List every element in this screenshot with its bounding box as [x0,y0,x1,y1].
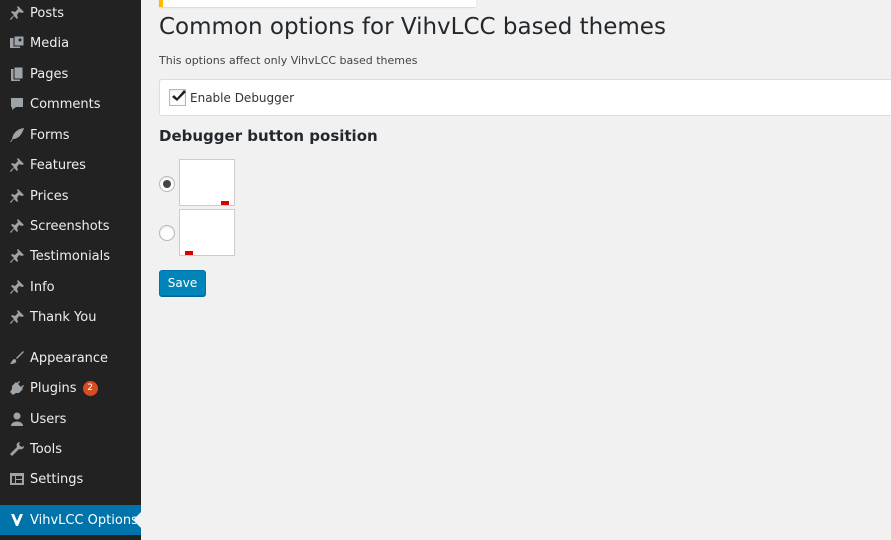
page-description: This options affect only VihvLCC based t… [159,54,418,67]
pin-icon [0,157,30,173]
sidebar-item-label: Plugins [30,380,77,396]
sidebar-item-pages[interactable]: Pages [0,59,141,89]
sidebar-item-users[interactable]: Users [0,404,141,434]
enable-debugger-label[interactable]: Enable Debugger [190,91,294,105]
debugger-button-marker [185,251,193,255]
comment-icon [0,96,30,112]
page-title: Common options for VihvLCC based themes [159,14,666,40]
media-icon [0,35,30,51]
position-bottom-left-radio[interactable] [159,225,175,241]
radio-selected-dot [163,180,171,188]
sidebar-item-tools[interactable]: Tools [0,434,141,464]
sidebar-item-prices[interactable]: Prices [0,181,141,211]
position-bottom-right-radio[interactable] [159,176,175,192]
debugger-option-box: Enable Debugger [159,79,891,116]
sidebar-item-forms[interactable]: Forms [0,120,141,150]
plug-icon [0,380,30,396]
sidebar-item-label: Pages [30,66,69,82]
sidebar-item-label: Appearance [30,350,109,366]
vihv-icon [0,512,30,528]
pages-icon [0,66,30,82]
update-count-badge: 2 [82,380,98,396]
admin-notice [159,0,476,7]
sidebar-item-label: Thank You [30,309,97,325]
sidebar-item-plugins[interactable]: Plugins 2 [0,373,141,403]
sidebar-item-label: Comments [30,96,101,112]
position-bottom-right-preview[interactable] [179,159,235,206]
user-icon [0,411,30,427]
debugger-button-marker [221,201,229,205]
pin-icon [0,218,30,234]
save-button[interactable]: Save [159,270,206,296]
position-bottom-left-preview[interactable] [179,209,235,256]
pin-icon [0,279,30,295]
checkmark-icon [172,90,186,101]
sidebar-item-label: Testimonials [30,248,111,264]
section-title: Debugger button position [159,127,378,145]
sidebar-item-label: Settings [30,471,84,487]
sidebar-item-label: Tools [30,441,63,457]
sidebar-item-appearance[interactable]: Appearance [0,343,141,373]
admin-sidebar: Posts Media Pages Comments Forms Feature… [0,0,141,540]
feather-icon [0,127,30,143]
sidebar-item-label: Screenshots [30,218,110,234]
sidebar-item-label: Prices [30,188,69,204]
sidebar-item-label: Users [30,411,67,427]
sidebar-item-thank-you[interactable]: Thank You [0,302,141,332]
sidebar-item-label: Posts [30,5,64,21]
brush-icon [0,350,30,366]
pin-icon [0,309,30,325]
wrench-icon [0,441,30,457]
pin-icon [0,5,30,21]
pin-icon [0,248,30,264]
sidebar-item-label: Features [30,157,86,173]
pin-icon [0,188,30,204]
sidebar-item-label: Media [30,35,70,51]
sidebar-item-comments[interactable]: Comments [0,89,141,119]
sidebar-item-features[interactable]: Features [0,150,141,180]
sidebar-item-info[interactable]: Info [0,272,141,302]
enable-debugger-checkbox[interactable] [169,89,186,106]
sidebar-item-vihvlcc-options[interactable]: VihvLCC Options [0,505,141,535]
sidebar-item-label: Info [30,279,55,295]
sidebar-item-label: Forms [30,127,70,143]
sidebar-item-label: VihvLCC Options [30,512,138,528]
settings-icon [0,471,30,487]
sidebar-item-posts[interactable]: Posts [0,0,141,28]
sidebar-item-testimonials[interactable]: Testimonials [0,241,141,271]
sidebar-item-media[interactable]: Media [0,28,141,58]
sidebar-item-screenshots[interactable]: Screenshots [0,211,141,241]
sidebar-item-settings[interactable]: Settings [0,464,141,494]
